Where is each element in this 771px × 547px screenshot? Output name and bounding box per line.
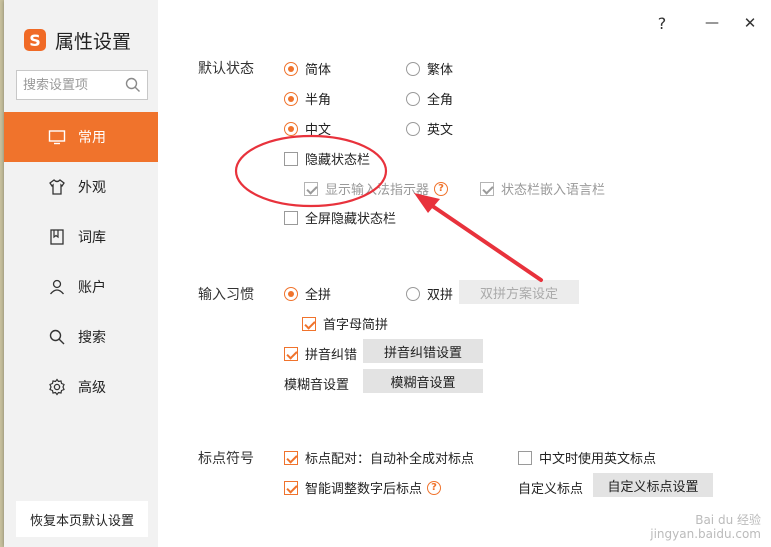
gear-icon bbox=[49, 378, 65, 396]
sidebar-item-advanced[interactable]: 高级 bbox=[4, 362, 158, 412]
checkbox-control[interactable] bbox=[302, 316, 316, 331]
option-label: 首字母简拼 bbox=[323, 318, 389, 333]
option-label: 隐藏状态栏 bbox=[305, 153, 371, 168]
radio-traditional[interactable]: 繁体 bbox=[406, 59, 453, 78]
radio-fullwidth[interactable]: 全角 bbox=[406, 89, 453, 108]
option-label: 全屏隐藏状态栏 bbox=[305, 212, 397, 227]
sogou-logo-icon: S bbox=[24, 29, 46, 51]
radio-control[interactable] bbox=[284, 286, 298, 301]
radio-chinese[interactable]: 中文 bbox=[284, 119, 331, 138]
punctuation-label: 标点符号 bbox=[198, 451, 254, 467]
checkbox-punct-pairing[interactable]: 标点配对：自动补全成对标点 bbox=[284, 448, 474, 467]
settings-window: S 属性设置 常用 外观 bbox=[4, 0, 771, 547]
help-icon[interactable]: ? bbox=[427, 480, 442, 495]
close-button[interactable]: ✕ bbox=[740, 13, 760, 33]
option-label: 简体 bbox=[305, 63, 332, 78]
checkbox-pinyin-correction[interactable]: 拼音纠错 bbox=[284, 344, 357, 363]
brand: S 属性设置 bbox=[24, 26, 131, 54]
monitor-icon bbox=[48, 130, 66, 145]
option-label: 半角 bbox=[305, 93, 332, 108]
window-title: 属性设置 bbox=[55, 30, 132, 53]
checkbox-control[interactable] bbox=[304, 181, 318, 196]
watermark-line: Bai du 经验 bbox=[695, 513, 761, 527]
shirt-icon bbox=[49, 179, 65, 195]
radio-halfwidth[interactable]: 半角 bbox=[284, 89, 331, 108]
checkbox-show-indicator[interactable]: 显示输入法指示器 ? bbox=[304, 179, 449, 198]
sidebar-item-common[interactable]: 常用 bbox=[4, 112, 158, 162]
sidebar-item-label: 搜索 bbox=[78, 330, 106, 346]
checkbox-hide-status-bar[interactable]: 隐藏状态栏 bbox=[284, 149, 370, 168]
help-icon[interactable]: ? bbox=[434, 181, 449, 196]
default-state-label: 默认状态 bbox=[198, 61, 254, 77]
sidebar-item-lexicon[interactable]: 词库 bbox=[4, 212, 158, 262]
checkbox-control[interactable] bbox=[284, 450, 298, 465]
option-label: 显示输入法指示器 bbox=[325, 183, 430, 198]
sidebar-item-label: 高级 bbox=[78, 380, 106, 396]
sidebar-item-label: 外观 bbox=[78, 180, 106, 196]
radio-control[interactable] bbox=[406, 286, 420, 301]
checkbox-control[interactable] bbox=[284, 151, 298, 166]
radio-quanpin[interactable]: 全拼 bbox=[284, 284, 331, 303]
search-input[interactable] bbox=[17, 71, 121, 99]
watermark-line: jingyan.baidu.com bbox=[650, 527, 761, 541]
custom-punct-label: 自定义标点 bbox=[518, 482, 584, 497]
sidebar-item-appearance[interactable]: 外观 bbox=[4, 162, 158, 212]
book-icon bbox=[50, 229, 64, 245]
option-label: 英文 bbox=[427, 123, 454, 138]
sidebar-item-label: 账户 bbox=[78, 280, 106, 296]
input-habit-label: 输入习惯 bbox=[198, 287, 254, 303]
sidebar-item-account[interactable]: 账户 bbox=[4, 262, 158, 312]
option-label: 全拼 bbox=[305, 288, 332, 303]
custom-punct-settings-button[interactable]: 自定义标点设置 bbox=[593, 473, 713, 497]
radio-shuangpin[interactable]: 双拼 bbox=[406, 284, 453, 303]
radio-english[interactable]: 英文 bbox=[406, 119, 453, 138]
radio-control[interactable] bbox=[406, 121, 420, 136]
option-label: 中文时使用英文标点 bbox=[539, 452, 657, 467]
search-box[interactable] bbox=[16, 70, 148, 100]
help-button[interactable]: ? bbox=[652, 13, 672, 33]
radio-control[interactable] bbox=[284, 121, 298, 136]
checkbox-control[interactable] bbox=[518, 450, 532, 465]
sidebar-item-label: 常用 bbox=[78, 130, 106, 146]
search-icon bbox=[49, 329, 65, 345]
option-label: 拼音纠错 bbox=[305, 348, 358, 363]
user-icon bbox=[49, 279, 65, 295]
sidebar: S 属性设置 常用 外观 bbox=[4, 0, 158, 547]
checkbox-embed-lang-bar[interactable]: 状态栏嵌入语言栏 bbox=[480, 179, 605, 198]
checkbox-initial-abbrev[interactable]: 首字母简拼 bbox=[302, 314, 388, 333]
checkbox-smart-after-digits[interactable]: 智能调整数字后标点 ? bbox=[284, 478, 442, 497]
fuzzy-sound-settings-button[interactable]: 模糊音设置 bbox=[363, 369, 483, 393]
option-label: 中文 bbox=[305, 123, 332, 138]
restore-defaults-button[interactable]: 恢复本页默认设置 bbox=[16, 501, 148, 537]
minimize-button[interactable]: — bbox=[702, 13, 722, 33]
option-label: 智能调整数字后标点 bbox=[305, 482, 423, 497]
search-icon[interactable] bbox=[125, 77, 141, 93]
option-label: 标点配对：自动补全成对标点 bbox=[305, 452, 475, 467]
sidebar-item-label: 词库 bbox=[78, 230, 106, 246]
pinyin-correction-settings-button[interactable]: 拼音纠错设置 bbox=[363, 339, 483, 363]
sidebar-item-search[interactable]: 搜索 bbox=[4, 312, 158, 362]
option-label: 双拼 bbox=[427, 288, 454, 303]
radio-control[interactable] bbox=[284, 91, 298, 106]
radio-control[interactable] bbox=[406, 61, 420, 76]
checkbox-english-punct-in-chinese[interactable]: 中文时使用英文标点 bbox=[518, 448, 656, 467]
option-label: 繁体 bbox=[427, 63, 454, 78]
checkbox-control[interactable] bbox=[284, 210, 298, 225]
option-label: 状态栏嵌入语言栏 bbox=[501, 183, 606, 198]
checkbox-control[interactable] bbox=[480, 181, 494, 196]
option-label: 全角 bbox=[427, 93, 454, 108]
checkbox-control[interactable] bbox=[284, 346, 298, 361]
radio-control[interactable] bbox=[284, 61, 298, 76]
radio-simplified[interactable]: 简体 bbox=[284, 59, 331, 78]
checkbox-control[interactable] bbox=[284, 480, 298, 495]
checkbox-fullscreen-hide[interactable]: 全屏隐藏状态栏 bbox=[284, 208, 396, 227]
watermark: Bai du 经验 jingyan.baidu.com bbox=[650, 513, 761, 541]
shuangpin-scheme-button[interactable]: 双拼方案设定 bbox=[459, 280, 579, 304]
fuzzy-sound-label: 模糊音设置 bbox=[284, 378, 350, 393]
radio-control[interactable] bbox=[406, 91, 420, 106]
